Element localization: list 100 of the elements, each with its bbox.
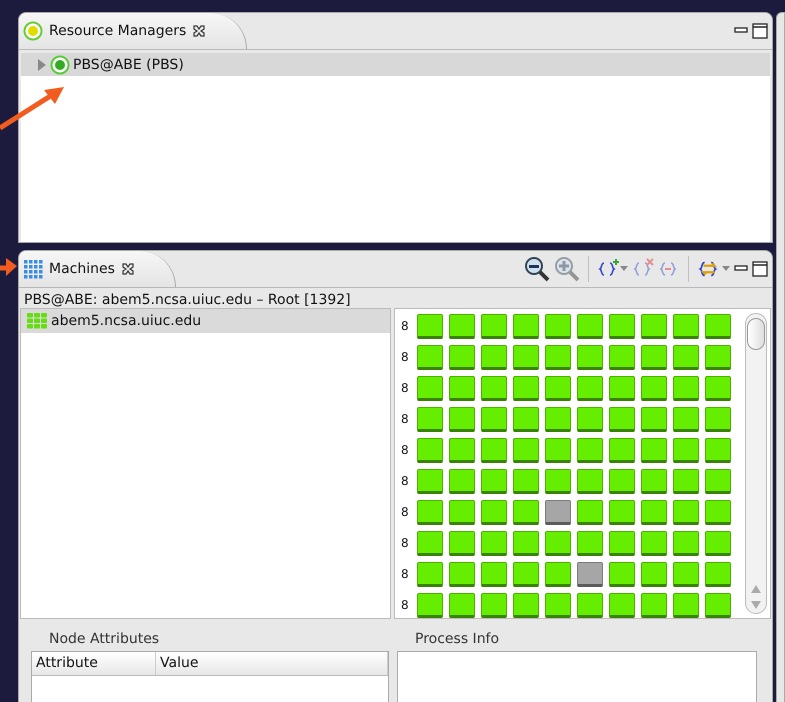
node[interactable]: [577, 531, 603, 556]
node[interactable]: [417, 407, 443, 432]
maximize-icon[interactable]: [752, 261, 768, 277]
node[interactable]: [545, 345, 571, 370]
node[interactable]: [673, 314, 699, 339]
node[interactable]: [577, 407, 603, 432]
node[interactable]: [545, 469, 571, 494]
scroll-down-icon[interactable]: [751, 601, 761, 609]
node[interactable]: [641, 562, 667, 587]
node[interactable]: [449, 376, 475, 401]
node[interactable]: [417, 469, 443, 494]
node[interactable]: [417, 531, 443, 556]
caret-icon[interactable]: [722, 266, 730, 272]
node[interactable]: [545, 407, 571, 432]
node[interactable]: [481, 438, 507, 463]
node[interactable]: [673, 500, 699, 525]
node[interactable]: [449, 314, 475, 339]
node[interactable]: [417, 376, 443, 401]
node[interactable]: [481, 531, 507, 556]
node[interactable]: [545, 376, 571, 401]
node[interactable]: [577, 376, 603, 401]
close-icon[interactable]: [120, 262, 135, 276]
node[interactable]: [513, 469, 539, 494]
node[interactable]: [705, 345, 731, 370]
node[interactable]: [641, 314, 667, 339]
maximize-icon[interactable]: [752, 23, 768, 39]
node[interactable]: [673, 438, 699, 463]
node[interactable]: [449, 438, 475, 463]
node[interactable]: [705, 376, 731, 401]
node[interactable]: [673, 376, 699, 401]
node[interactable]: [481, 345, 507, 370]
node[interactable]: [481, 469, 507, 494]
caret-icon[interactable]: [620, 266, 628, 272]
node[interactable]: [673, 469, 699, 494]
node[interactable]: [417, 438, 443, 463]
node[interactable]: [545, 500, 571, 525]
node[interactable]: [641, 407, 667, 432]
node[interactable]: [513, 345, 539, 370]
node[interactable]: [673, 531, 699, 556]
node[interactable]: [705, 500, 731, 525]
node[interactable]: [417, 593, 443, 618]
node[interactable]: [417, 562, 443, 587]
node[interactable]: [417, 314, 443, 339]
node[interactable]: [641, 531, 667, 556]
scroll-up-icon[interactable]: [751, 585, 761, 593]
node[interactable]: [545, 531, 571, 556]
node[interactable]: [449, 345, 475, 370]
node[interactable]: [641, 500, 667, 525]
node[interactable]: [513, 376, 539, 401]
node[interactable]: [641, 376, 667, 401]
node[interactable]: [577, 562, 603, 587]
machine-item[interactable]: abem5.ncsa.uiuc.edu: [21, 309, 390, 333]
node[interactable]: [577, 438, 603, 463]
node[interactable]: [481, 500, 507, 525]
node[interactable]: [577, 469, 603, 494]
node[interactable]: [705, 438, 731, 463]
node[interactable]: [513, 407, 539, 432]
node[interactable]: [641, 469, 667, 494]
node[interactable]: [673, 345, 699, 370]
node[interactable]: [641, 345, 667, 370]
node[interactable]: [705, 562, 731, 587]
tree-item[interactable]: PBS@ABE (PBS): [21, 53, 770, 76]
column-header[interactable]: Attribute: [32, 652, 156, 675]
node[interactable]: [513, 438, 539, 463]
column-header[interactable]: Value: [156, 652, 388, 675]
node[interactable]: [673, 407, 699, 432]
scroll-thumb[interactable]: [747, 318, 765, 350]
node[interactable]: [609, 562, 635, 587]
close-icon[interactable]: [192, 24, 206, 38]
node[interactable]: [417, 500, 443, 525]
node[interactable]: [577, 500, 603, 525]
node[interactable]: [545, 562, 571, 587]
node[interactable]: [705, 593, 731, 618]
node[interactable]: [609, 407, 635, 432]
node[interactable]: [641, 593, 667, 618]
node[interactable]: [481, 562, 507, 587]
node[interactable]: [705, 531, 731, 556]
node[interactable]: [673, 593, 699, 618]
node[interactable]: [545, 314, 571, 339]
expand-icon[interactable]: [37, 58, 47, 70]
node[interactable]: [449, 469, 475, 494]
node[interactable]: [481, 593, 507, 618]
node[interactable]: [577, 593, 603, 618]
node[interactable]: [545, 593, 571, 618]
node[interactable]: [609, 345, 635, 370]
node[interactable]: [513, 500, 539, 525]
node[interactable]: [449, 593, 475, 618]
node[interactable]: [641, 438, 667, 463]
node[interactable]: [609, 531, 635, 556]
node[interactable]: [481, 407, 507, 432]
node[interactable]: [673, 562, 699, 587]
resource-managers-tab[interactable]: Resource Managers: [19, 13, 248, 49]
node[interactable]: [577, 314, 603, 339]
node[interactable]: [705, 314, 731, 339]
node[interactable]: [609, 500, 635, 525]
node[interactable]: [449, 500, 475, 525]
node[interactable]: [449, 562, 475, 587]
node[interactable]: [417, 345, 443, 370]
node[interactable]: [449, 531, 475, 556]
node[interactable]: [609, 376, 635, 401]
